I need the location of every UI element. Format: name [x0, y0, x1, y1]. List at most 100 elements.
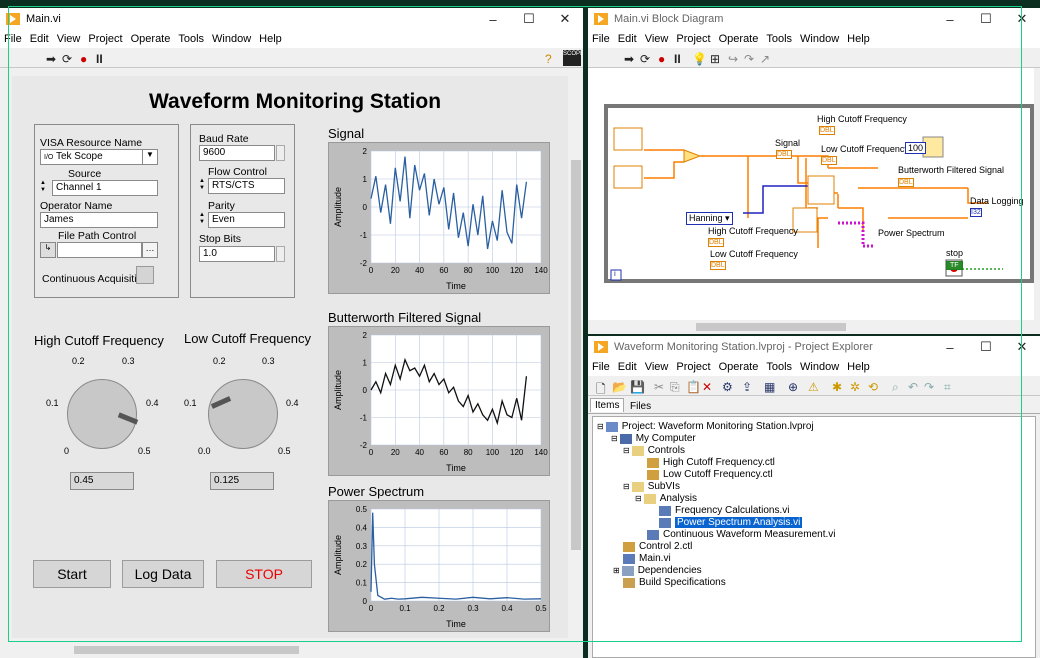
run-continuous-icon[interactable]: ⟳ [62, 52, 72, 66]
flow-field[interactable]: RTS/CTS [208, 178, 285, 194]
diagram-hscroll-thumb[interactable] [696, 323, 846, 331]
constant-100[interactable]: 100 [905, 142, 927, 154]
source-field[interactable]: Channel 1 [52, 180, 158, 196]
menu-view[interactable]: View [645, 33, 669, 45]
tree-item-continuous-waveform[interactable]: Continuous Waveform Measurement.vi [647, 529, 835, 540]
source-stepper-icon[interactable]: ▲ ▼ [40, 180, 46, 194]
menu-window[interactable]: Window [800, 361, 839, 373]
baud-field[interactable]: 9600 [199, 145, 275, 161]
menu-window[interactable]: Window [212, 33, 251, 45]
undo-icon[interactable]: ↶ [908, 380, 918, 394]
tree-item-control-2[interactable]: Control 2.ctl [623, 541, 692, 552]
stopbits-scroll-icon[interactable] [276, 246, 285, 262]
close-button[interactable]: ✕ [1004, 339, 1040, 355]
menu-tools[interactable]: Tools [766, 361, 792, 373]
baud-scroll-icon[interactable] [276, 145, 285, 161]
high-cutoff-knob[interactable] [67, 379, 139, 449]
retain-wire-icon[interactable]: ⊞ [710, 52, 720, 66]
minimize-button[interactable]: – [932, 12, 968, 27]
hanning-enum[interactable]: Hanning ▾ [686, 212, 733, 225]
menu-operate[interactable]: Operate [719, 361, 759, 373]
tab-items[interactable]: Items [590, 398, 625, 412]
run-arrow-icon[interactable]: ➡ [624, 52, 634, 66]
expand-minus-icon[interactable]: ⊟ [623, 482, 630, 491]
tree-item-my-computer[interactable]: ⊟ My Computer [611, 433, 696, 444]
redo-icon[interactable]: ↷ [924, 380, 934, 394]
paste-icon[interactable]: 📋 [686, 380, 701, 394]
expand-minus-icon[interactable]: ⊟ [623, 446, 630, 455]
hscroll-thumb[interactable] [74, 646, 299, 654]
run-arrow-icon[interactable]: ➡ [46, 52, 56, 66]
menu-edit[interactable]: Edit [30, 33, 49, 45]
tree-item-power-spectrum-analysis[interactable]: Power Spectrum Analysis.vi [659, 517, 803, 528]
menu-edit[interactable]: Edit [618, 361, 637, 373]
tree-item-subvis[interactable]: ⊟ SubVIs [623, 481, 680, 492]
filter-icon[interactable]: ⌗ [944, 380, 951, 395]
tree-item-frequency-calculations[interactable]: Frequency Calculations.vi [659, 505, 790, 516]
diagram-hscrollbar[interactable] [588, 320, 1040, 334]
main-vertical-scrollbar[interactable] [569, 70, 583, 642]
step-into-icon[interactable]: ↪ [728, 52, 738, 66]
main-horizontal-scrollbar[interactable] [0, 642, 569, 658]
low-cutoff-value[interactable]: 0.125 [210, 472, 274, 490]
tree-item-low-cutoff-ctl[interactable]: Low Cutoff Frequency.ctl [647, 469, 773, 480]
visa-dropdown-icon[interactable]: ▼ [142, 150, 157, 164]
parity-field[interactable]: Even [208, 212, 285, 228]
abort-icon[interactable]: ● [658, 52, 665, 66]
menu-project[interactable]: Project [676, 33, 710, 45]
continuous-toggle[interactable] [136, 266, 154, 284]
expand-minus-icon[interactable]: ⊟ [597, 422, 604, 431]
pause-icon[interactable]: II [674, 52, 681, 66]
copy-icon[interactable]: ⎘ [670, 380, 680, 395]
menu-file[interactable]: File [592, 33, 610, 45]
step-over-icon[interactable]: ↷ [744, 52, 754, 66]
menu-file[interactable]: File [592, 361, 610, 373]
menu-operate[interactable]: Operate [131, 33, 171, 45]
find-icon[interactable]: ⌕ [892, 380, 899, 395]
vscroll-thumb[interactable] [571, 160, 581, 550]
maximize-button[interactable]: ☐ [511, 11, 547, 27]
stopbits-field[interactable]: 1.0 [199, 246, 275, 262]
step-out-icon[interactable]: ↗ [760, 52, 770, 66]
menu-edit[interactable]: Edit [618, 33, 637, 45]
save-all-icon[interactable]: 💾 [630, 380, 645, 394]
operator-field[interactable]: James [40, 212, 158, 228]
expand-minus-icon[interactable]: ⊟ [611, 434, 618, 443]
run-continuous-icon[interactable]: ⟳ [640, 52, 650, 66]
high-cutoff-value[interactable]: 0.45 [70, 472, 134, 490]
menu-help[interactable]: Help [847, 361, 870, 373]
menu-window[interactable]: Window [800, 33, 839, 45]
abort-icon[interactable]: ● [80, 52, 87, 66]
expand-icon[interactable]: ✱ [832, 380, 842, 394]
low-cutoff-knob[interactable] [208, 379, 278, 449]
tree-item-analysis[interactable]: ⊟ Analysis [635, 493, 697, 504]
visa-resource-field[interactable]: I/O Tek Scope [40, 149, 158, 165]
menu-help[interactable]: Help [259, 33, 282, 45]
tree-item-main-vi[interactable]: Main.vi [623, 553, 671, 564]
tree-item-controls[interactable]: ⊟ Controls [623, 445, 685, 456]
filepath-field[interactable] [57, 242, 142, 258]
parity-stepper-icon[interactable]: ▲ ▼ [199, 212, 205, 226]
help-icon[interactable]: ? [545, 52, 552, 66]
maximize-button[interactable]: ☐ [968, 11, 1004, 27]
stop-button[interactable]: STOP [216, 560, 312, 588]
close-button[interactable]: ✕ [1004, 11, 1040, 27]
minimize-button[interactable]: – [475, 12, 511, 27]
tree-item-high-cutoff-ctl[interactable]: High Cutoff Frequency.ctl [647, 457, 775, 468]
pause-icon[interactable]: II [96, 52, 103, 66]
sync-icon[interactable]: ⟲ [868, 380, 878, 394]
menu-help[interactable]: Help [847, 33, 870, 45]
menu-tools[interactable]: Tools [178, 33, 204, 45]
browse-button[interactable]: … [142, 242, 158, 258]
highlight-bulb-icon[interactable]: 💡 [692, 52, 707, 66]
menu-project[interactable]: Project [88, 33, 122, 45]
build-icon[interactable]: ⚙ [722, 380, 733, 394]
start-button[interactable]: Start [33, 560, 111, 588]
view-icon[interactable]: ▦ [764, 380, 775, 394]
tree-item-build-specs[interactable]: Build Specifications [623, 577, 726, 588]
cut-icon[interactable]: ✂ [654, 380, 664, 394]
menu-operate[interactable]: Operate [719, 33, 759, 45]
maximize-button[interactable]: ☐ [968, 339, 1004, 355]
open-folder-icon[interactable]: 📂 [612, 380, 627, 394]
delete-icon[interactable]: ✕ [702, 380, 712, 394]
